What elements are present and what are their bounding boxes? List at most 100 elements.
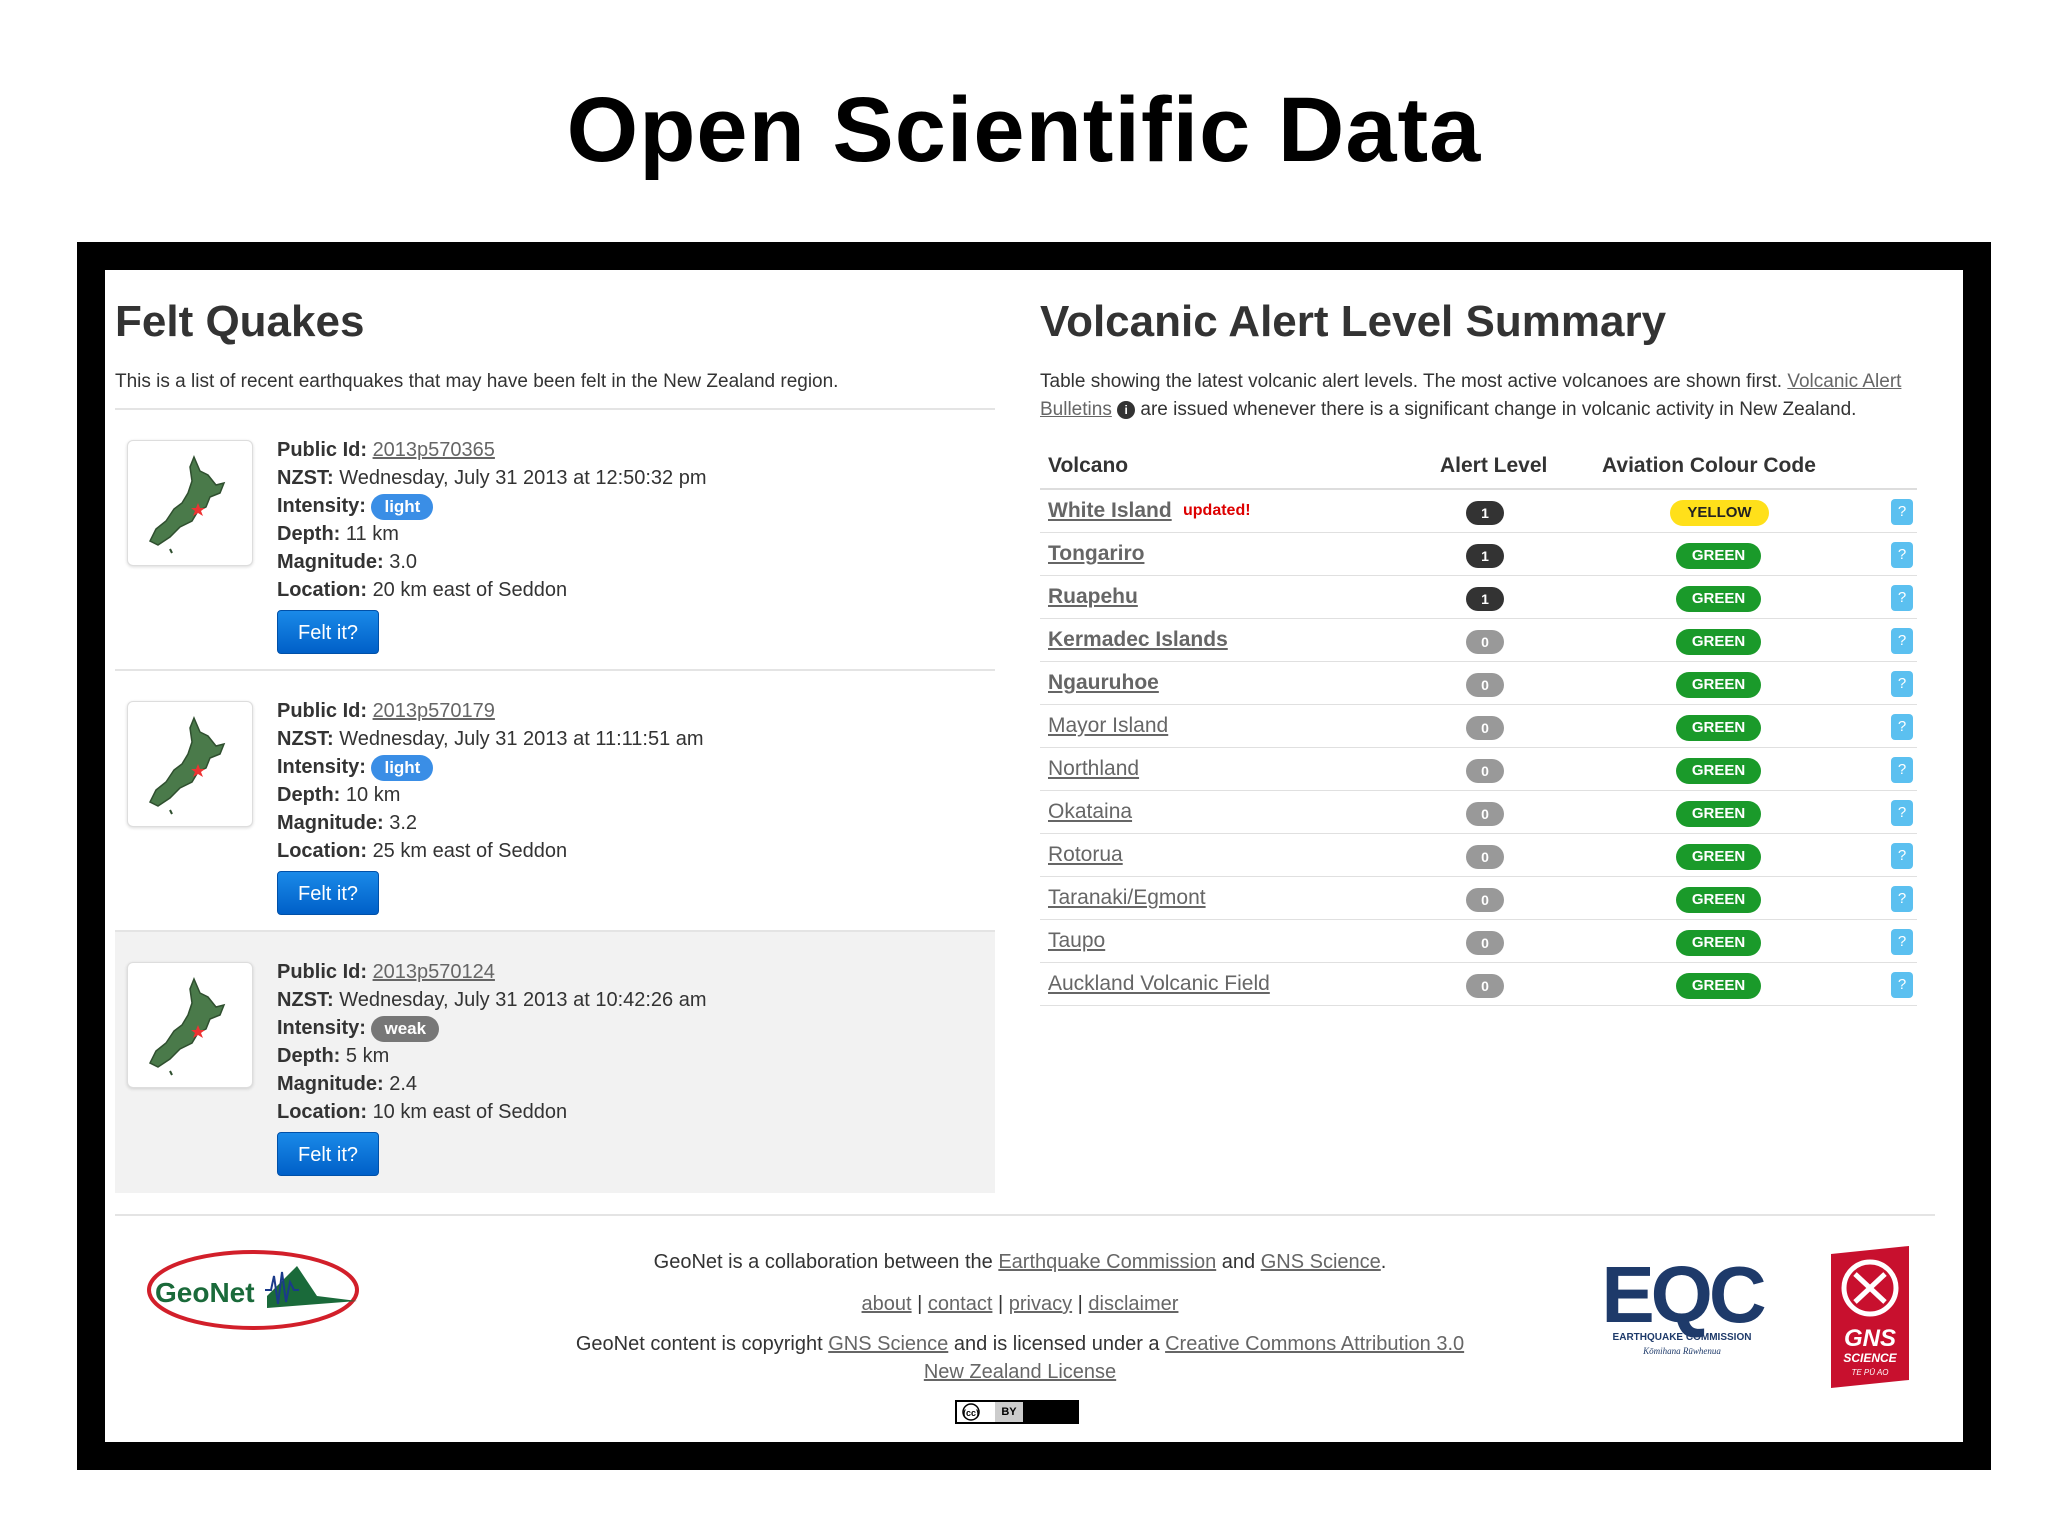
footer-copyright-text: GeoNet content is copyright	[575, 1333, 823, 1355]
volcano-name-link[interactable]: Tongariro	[1048, 542, 1144, 566]
help-icon[interactable]: ?	[1891, 843, 1913, 869]
nz-map-thumbnail[interactable]	[127, 962, 253, 1088]
gns-science-logo[interactable]: GNS SCIENCE TE PŪ AO	[1827, 1246, 1913, 1393]
public-id-label: Public Id:	[277, 439, 367, 461]
volcano-name-link[interactable]: Taupo	[1048, 929, 1105, 953]
gns-science-link[interactable]: GNS Science	[1261, 1251, 1381, 1273]
location-label: Location:	[277, 840, 367, 862]
alert-level-badge: 0	[1466, 931, 1504, 955]
volcano-name-link[interactable]: Okataina	[1048, 800, 1132, 824]
aviation-colour-code-badge: GREEN	[1676, 930, 1761, 956]
aviation-colour-code-badge: GREEN	[1676, 543, 1761, 569]
public-id-link[interactable]: 2013p570124	[373, 961, 495, 983]
volcano-row: Rotorua 0 GREEN ?	[1040, 834, 1917, 877]
alert-level-badge: 0	[1466, 716, 1504, 740]
alert-level-badge: 1	[1466, 501, 1504, 525]
intensity-badge: light	[371, 493, 434, 520]
separator: |	[997, 1293, 1004, 1315]
cc-by-label: BY	[995, 1402, 1023, 1422]
volcano-row: Ruapehu 1 GREEN ?	[1040, 576, 1917, 619]
alert-level-badge: 0	[1466, 974, 1504, 998]
nzst-label: NZST:	[277, 467, 334, 489]
alert-level-badge: 0	[1466, 759, 1504, 783]
magnitude-value: 3.0	[389, 551, 418, 573]
cc-icon: (cc)	[957, 1402, 995, 1422]
footer-period: .	[1380, 1251, 1387, 1273]
help-icon[interactable]: ?	[1891, 800, 1913, 826]
nz-map-thumbnail[interactable]	[127, 701, 253, 827]
felt-it-button[interactable]: Felt it?	[277, 610, 379, 654]
separator: |	[917, 1293, 923, 1315]
location-value: 25 km east of Seddon	[372, 840, 568, 862]
depth-label: Depth:	[277, 784, 341, 806]
geonet-logo[interactable]: GeoNet	[147, 1246, 367, 1341]
gns-logo-text: GNS	[1844, 1325, 1896, 1352]
location-value: 10 km east of Seddon	[372, 1101, 568, 1123]
depth-value: 11 km	[345, 523, 399, 545]
aviation-colour-code-badge: GREEN	[1676, 672, 1761, 698]
volcano-name-link[interactable]: Ngauruhoe	[1048, 671, 1159, 695]
volcano-name-link[interactable]: Taranaki/Egmont	[1048, 886, 1206, 910]
quake-details: Public Id: 2013p570179 NZST: Wednesday, …	[277, 697, 704, 915]
help-icon[interactable]: ?	[1891, 972, 1913, 998]
depth-value: 5 km	[345, 1045, 390, 1067]
intensity-badge: weak	[371, 1015, 440, 1042]
geonet-logo-text: GeoNet	[155, 1277, 255, 1308]
public-id-link[interactable]: 2013p570179	[373, 700, 495, 722]
magnitude-value: 3.2	[389, 812, 418, 834]
separator: |	[1077, 1293, 1083, 1315]
public-id-link[interactable]: 2013p570365	[373, 439, 495, 461]
help-icon[interactable]: ?	[1891, 499, 1913, 525]
help-icon[interactable]: ?	[1891, 886, 1913, 912]
column-volcano: Volcano	[1048, 454, 1129, 477]
volcano-name-link[interactable]: Auckland Volcanic Field	[1048, 972, 1270, 996]
geonet-page: Felt Quakes This is a list of recent ear…	[105, 270, 1963, 1442]
aviation-colour-code-badge: GREEN	[1676, 887, 1761, 913]
magnitude-label: Magnitude:	[277, 812, 384, 834]
info-icon[interactable]: i	[1117, 400, 1136, 419]
volcano-name-link[interactable]: Rotorua	[1048, 843, 1123, 867]
aviation-colour-code-badge: GREEN	[1676, 715, 1761, 741]
felt-it-button[interactable]: Felt it?	[277, 1132, 379, 1176]
footer-and-text: and	[1221, 1251, 1256, 1273]
volcano-name-link[interactable]: Kermadec Islands	[1048, 628, 1228, 652]
location-value: 20 km east of Seddon	[372, 579, 568, 601]
depth-value: 10 km	[345, 784, 401, 806]
volcanic-intro: Table showing the latest volcanic alert …	[1040, 368, 1910, 424]
nzst-value: Wednesday, July 31 2013 at 10:42:26 am	[339, 989, 707, 1011]
footer-copyright-line: GeoNet content is copyright GNS Science …	[570, 1330, 1470, 1386]
privacy-link[interactable]: privacy	[1009, 1293, 1072, 1315]
eqc-logo[interactable]: EQC EARTHQUAKE COMMISSION Kōmihana Rūwhe…	[1597, 1250, 1769, 1371]
footer-links: about | contact | privacy | disclaimer	[515, 1290, 1525, 1318]
help-icon[interactable]: ?	[1891, 757, 1913, 783]
disclaimer-link[interactable]: disclaimer	[1088, 1293, 1178, 1315]
volcano-name-link[interactable]: Mayor Island	[1048, 714, 1168, 738]
volcano-name-link[interactable]: Ruapehu	[1048, 585, 1138, 609]
help-icon[interactable]: ?	[1891, 714, 1913, 740]
earthquake-commission-link[interactable]: Earthquake Commission	[998, 1251, 1216, 1273]
volcano-table: Volcano Alert Level Aviation Colour Code…	[1040, 444, 1917, 1006]
cc-by-badge[interactable]: (cc) BY	[955, 1400, 1079, 1424]
felt-it-button[interactable]: Felt it?	[277, 871, 379, 915]
help-icon[interactable]: ?	[1891, 671, 1913, 697]
contact-link[interactable]: contact	[928, 1293, 992, 1315]
help-icon[interactable]: ?	[1891, 585, 1913, 611]
volcano-row: Ngauruhoe 0 GREEN ?	[1040, 662, 1917, 705]
felt-quakes-section: Felt Quakes This is a list of recent ear…	[115, 270, 995, 1193]
volcano-row: White Island updated! 1 YELLOW ?	[1040, 490, 1917, 533]
footer: GeoNet GeoNet is a collaboration between…	[115, 1214, 1935, 1424]
volcano-row: Kermadec Islands 0 GREEN ?	[1040, 619, 1917, 662]
about-link[interactable]: about	[862, 1293, 912, 1315]
gns-science-copyright-link[interactable]: GNS Science	[828, 1333, 948, 1355]
depth-label: Depth:	[277, 1045, 341, 1067]
aviation-colour-code-badge: GREEN	[1676, 629, 1761, 655]
help-icon[interactable]: ?	[1891, 628, 1913, 654]
help-icon[interactable]: ?	[1891, 929, 1913, 955]
help-icon[interactable]: ?	[1891, 542, 1913, 568]
footer-collab-text: GeoNet is a collaboration between the	[653, 1251, 993, 1273]
volcano-name-link[interactable]: Northland	[1048, 757, 1139, 781]
nz-map-thumbnail[interactable]	[127, 440, 253, 566]
public-id-label: Public Id:	[277, 961, 367, 983]
alert-level-badge: 0	[1466, 802, 1504, 826]
volcano-name-link[interactable]: White Island	[1048, 499, 1172, 523]
